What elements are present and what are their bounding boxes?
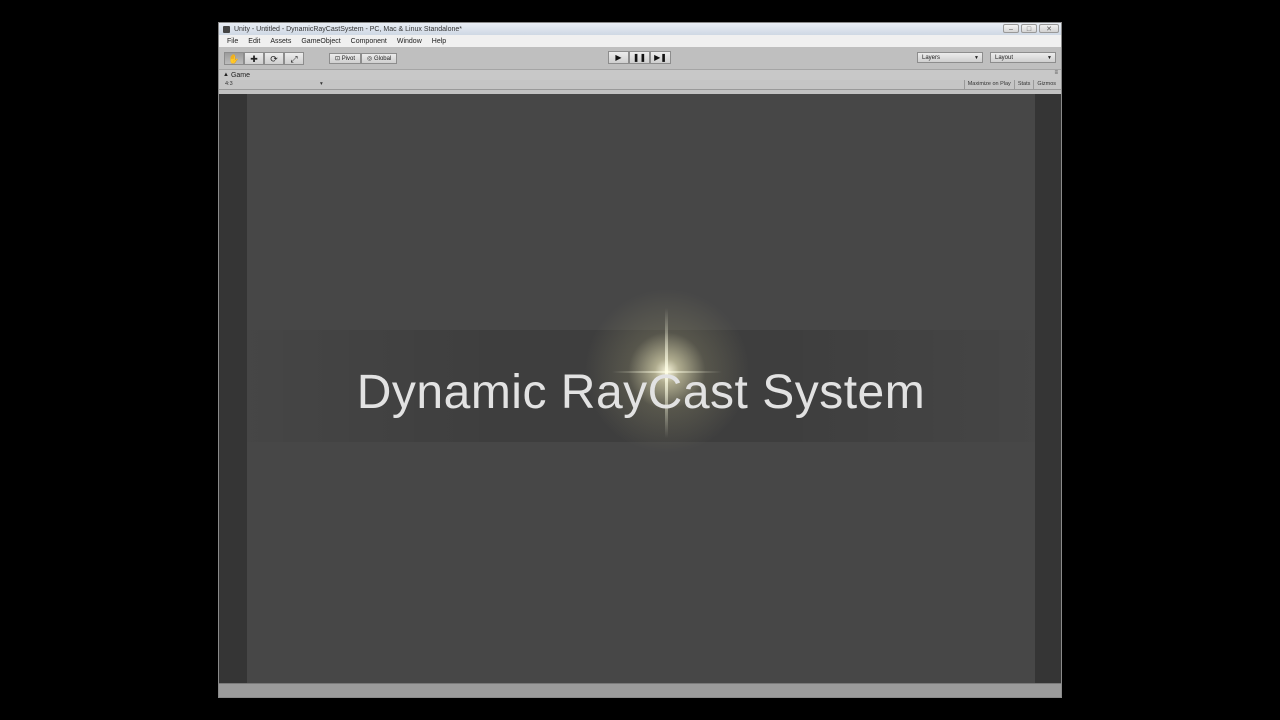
rotate-tool-button[interactable]: ⟳: [264, 51, 284, 65]
layers-dropdown[interactable]: Layers ▼: [917, 52, 983, 63]
menu-help[interactable]: Help: [427, 38, 451, 45]
window-controls: – □ ✕: [1003, 24, 1059, 33]
maximize-on-play-toggle[interactable]: Maximize on Play: [963, 80, 1014, 89]
menu-edit[interactable]: Edit: [243, 38, 265, 45]
close-button[interactable]: ✕: [1039, 24, 1059, 33]
scale-tool-button[interactable]: ⤢: [284, 51, 304, 65]
menu-file[interactable]: File: [222, 38, 243, 45]
minimize-button[interactable]: –: [1003, 24, 1019, 33]
panel-menu-icon[interactable]: ≡: [1054, 70, 1058, 76]
maximize-button[interactable]: □: [1021, 24, 1037, 33]
pause-icon: ❚❚: [632, 53, 647, 62]
rotate-icon: ⟳: [270, 53, 278, 64]
transform-tools: ✋ ✚ ⟳ ⤢: [224, 51, 304, 65]
tab-game-label: Game: [230, 71, 251, 79]
layout-label: Layout: [995, 55, 1014, 61]
move-tool-button[interactable]: ✚: [244, 51, 264, 65]
play-button[interactable]: ▶: [608, 51, 629, 64]
pause-button[interactable]: ❚❚: [629, 51, 650, 64]
main-toolbar: ✋ ✚ ⟳ ⤢ ⊡ Pivot ◎ Global ▶ ❚❚ ▶❚ Layers …: [219, 47, 1061, 70]
window-title: Unity - Untitled - DynamicRayCastSystem …: [234, 25, 462, 33]
pivot-toggle[interactable]: ⊡ Pivot: [329, 52, 362, 64]
pivot-controls: ⊡ Pivot ◎ Global: [329, 52, 398, 64]
globe-icon: ◎: [367, 55, 373, 62]
panel-tab-bar: ▲ Game ≡: [219, 70, 1061, 80]
hand-tool-button[interactable]: ✋: [224, 51, 244, 65]
game-view-options: Maximize on Play Stats Gizmos: [963, 80, 1059, 89]
playback-controls: ▶ ❚❚ ▶❚: [608, 51, 671, 64]
pivot-label: Pivot: [341, 55, 356, 62]
menu-window[interactable]: Window: [392, 38, 427, 45]
pivot-icon: ⊡: [335, 55, 341, 62]
gizmos-dropdown[interactable]: Gizmos: [1033, 80, 1059, 89]
unity-editor-window: Unity - Untitled - DynamicRayCastSystem …: [218, 22, 1062, 698]
play-icon: ▶: [615, 53, 622, 62]
title-bar: Unity - Untitled - DynamicRayCastSystem …: [219, 23, 1061, 35]
game-title-text: Dynamic RayCast System: [356, 366, 926, 419]
move-icon: ✚: [250, 53, 258, 64]
game-controller-icon: ▲: [223, 72, 229, 78]
game-viewport[interactable]: Dynamic RayCast System: [219, 94, 1061, 684]
menu-component[interactable]: Component: [346, 38, 392, 45]
status-bar: [219, 683, 1061, 697]
scale-icon: ⤢: [290, 53, 298, 64]
menu-assets[interactable]: Assets: [265, 38, 296, 45]
chevron-down-icon: ▾: [320, 81, 323, 87]
chevron-down-icon: ▼: [1047, 55, 1052, 61]
game-view-toolbar: 4:3 ▾ Maximize on Play Stats Gizmos: [219, 80, 1061, 90]
hand-icon: ✋: [228, 53, 240, 64]
menu-bar: File Edit Assets GameObject Component Wi…: [219, 35, 1061, 47]
layout-dropdown[interactable]: Layout ▼: [990, 52, 1056, 63]
menu-gameobject[interactable]: GameObject: [296, 38, 345, 45]
layers-label: Layers: [922, 55, 941, 61]
tab-game[interactable]: ▲ Game: [219, 72, 250, 79]
chevron-down-icon: ▼: [974, 55, 979, 61]
unity-logo-icon: [223, 25, 230, 33]
global-toggle[interactable]: ◎ Global: [361, 52, 398, 64]
global-label: Global: [373, 55, 392, 62]
game-render-area: Dynamic RayCast System: [247, 94, 1035, 684]
step-icon: ▶❚: [654, 53, 667, 62]
stats-toggle[interactable]: Stats: [1013, 80, 1034, 89]
aspect-ratio-dropdown[interactable]: 4:3: [225, 81, 233, 87]
step-button[interactable]: ▶❚: [650, 51, 671, 64]
